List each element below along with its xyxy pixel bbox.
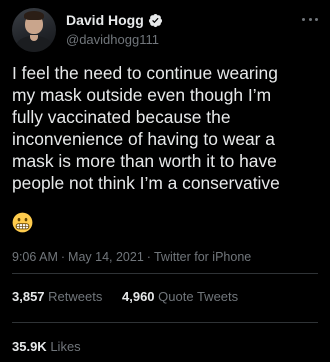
quote-tweets-label: Quote Tweets bbox=[158, 289, 239, 304]
retweets-label: Retweets bbox=[48, 289, 103, 304]
quote-tweets-stat[interactable]: 4,960 Quote Tweets bbox=[122, 289, 238, 304]
engagement-stats: 3,857 Retweets 4,960 Quote Tweets bbox=[12, 289, 254, 304]
tweet-date[interactable]: May 14, 2021 bbox=[68, 250, 144, 264]
tweet-line: I feel the need to continue wearing bbox=[12, 63, 278, 83]
tweet-line: fully vaccinated because the bbox=[12, 107, 231, 127]
meta-separator: · bbox=[60, 250, 66, 264]
likes-label: Likes bbox=[50, 339, 81, 354]
tweet-meta: 9:06 AM · May 14, 2021 · Twitter for iPhone bbox=[12, 250, 251, 264]
tweet-line: inconvenience of having to wear a bbox=[12, 129, 275, 149]
divider bbox=[12, 273, 318, 274]
tweet-line: my mask outside even though I’m bbox=[12, 85, 272, 105]
grimacing-face-icon bbox=[12, 212, 33, 233]
verified-badge-icon bbox=[148, 13, 162, 27]
author-display-name[interactable]: David Hogg bbox=[66, 12, 144, 28]
tweet-text: I feel the need to continue wearing my m… bbox=[12, 62, 322, 194]
more-options-icon[interactable] bbox=[302, 12, 318, 26]
author-name-row[interactable]: David Hogg bbox=[66, 12, 163, 28]
likes-count: 35.9K bbox=[12, 339, 47, 354]
avatar[interactable] bbox=[12, 8, 56, 52]
tweet-header: David Hogg @davidhogg111 bbox=[12, 8, 318, 52]
meta-separator: · bbox=[146, 250, 151, 264]
tweet-line: people not think I’m a conservative bbox=[12, 173, 280, 193]
tweet-source[interactable]: Twitter for iPhone bbox=[154, 250, 251, 264]
divider bbox=[12, 322, 318, 323]
author-handle[interactable]: @davidhogg111 bbox=[66, 32, 159, 47]
tweet-line: mask is more than worth it to have bbox=[12, 151, 277, 171]
retweets-count: 3,857 bbox=[12, 289, 45, 304]
tweet-time[interactable]: 9:06 AM bbox=[12, 250, 58, 264]
retweets-stat[interactable]: 3,857 Retweets bbox=[12, 289, 102, 304]
likes-stat[interactable]: 35.9K Likes bbox=[12, 339, 81, 354]
quote-tweets-count: 4,960 bbox=[122, 289, 155, 304]
